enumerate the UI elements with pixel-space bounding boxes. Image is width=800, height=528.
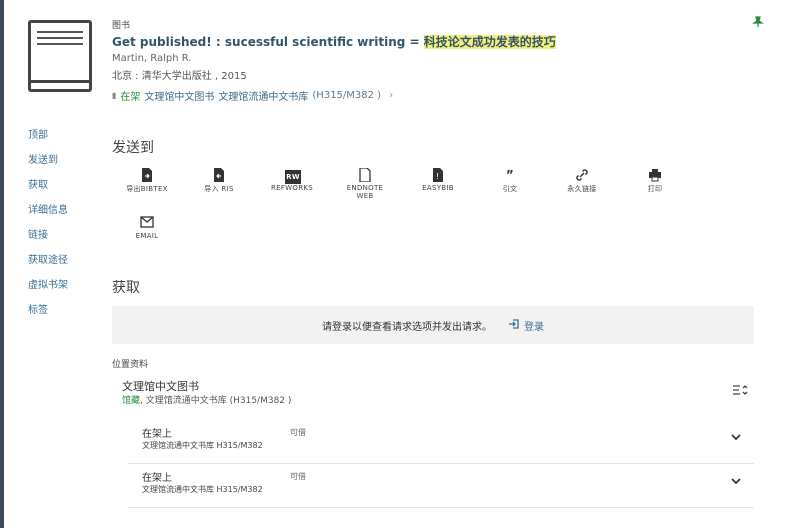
sidenav-item-links[interactable]: 链接 xyxy=(28,228,68,253)
send-endnote-label: ENDNOTE WEB xyxy=(346,184,384,200)
section-title-getit: 获取 xyxy=(112,280,140,296)
endnote-icon xyxy=(358,167,372,183)
send-easybib-button[interactable]: ! EASYBIB xyxy=(403,168,473,192)
send-print-button[interactable]: 打印 xyxy=(620,168,690,194)
sidenav-item-sendto[interactable]: 发送到 xyxy=(28,153,68,178)
chevron-right-icon: › xyxy=(389,90,394,101)
send-endnote-button[interactable]: ENDNOTE WEB xyxy=(330,167,400,200)
record-publisher: 北京 : 清华大学出版社 , 2015 xyxy=(112,71,247,82)
email-icon xyxy=(140,216,154,230)
sidenav-item-virtual-shelf[interactable]: 虚拟书架 xyxy=(28,278,68,303)
login-message: 请登录以便查看请求选项并发出请求。 xyxy=(322,321,492,333)
sidenav-item-details[interactable]: 详细信息 xyxy=(28,203,68,228)
item-policy: 可借 xyxy=(290,472,306,481)
sidebar-nav: 顶部 发送到 获取 详细信息 链接 获取途径 虚拟书架 标签 xyxy=(28,128,68,328)
location-subline: 馆藏, 文理馆流通中文书库 (H315/M382 ) xyxy=(122,393,291,406)
login-prompt-bar: 请登录以便查看请求选项并发出请求。 登录 xyxy=(112,306,754,344)
availability-location: 文理馆流通中文书库 xyxy=(218,92,309,103)
sign-in-icon xyxy=(508,318,520,333)
send-refworks-label: REFWORKS xyxy=(270,184,314,192)
section-title-sendto: 发送到 xyxy=(112,140,154,156)
send-ris-label: 导入 RIS xyxy=(204,185,234,193)
record-title-en[interactable]: Get published! : sucessful scientific wr… xyxy=(112,35,424,49)
record-title-cn[interactable]: 科技论文成功发表的技巧 xyxy=(423,35,556,49)
quote-icon: ” xyxy=(505,168,515,182)
location-detail: , 文理馆流通中文书库 (H315/M382 ) xyxy=(140,396,292,406)
link-icon xyxy=(575,168,589,182)
item-row[interactable]: 在架上 文理馆流通中文书库 H315/M382 可借 xyxy=(128,464,754,508)
location-section-label: 位置资料 xyxy=(112,360,149,370)
sidenav-item-howtoget[interactable]: 获取途径 xyxy=(28,253,68,278)
book-cover-icon xyxy=(28,20,92,92)
chevron-down-icon[interactable] xyxy=(730,474,742,488)
send-permalink-button[interactable]: 永久链接 xyxy=(547,168,617,194)
easybib-icon: ! xyxy=(431,168,445,182)
sidenav-item-tags[interactable]: 标签 xyxy=(28,303,68,328)
item-status: 在架上 xyxy=(142,429,172,440)
file-import-icon xyxy=(212,168,226,182)
location-name: 文理馆中文图书 xyxy=(122,380,199,393)
sidenav-item-getit[interactable]: 获取 xyxy=(28,178,68,203)
print-icon xyxy=(648,168,662,182)
record-type: 图书 xyxy=(112,21,131,31)
send-bibtex-button[interactable]: 导出BIBTEX xyxy=(112,168,182,194)
login-button[interactable]: 登录 xyxy=(508,318,544,333)
refworks-icon: RW xyxy=(285,168,301,184)
item-location: 文理馆流通中文书库 H315/M382 xyxy=(142,441,263,450)
send-email-label: EMAIL xyxy=(135,232,159,240)
availability-callno: (H315/M382 ) xyxy=(312,90,382,101)
sidenav-item-top[interactable]: 顶部 xyxy=(28,128,68,153)
chevron-down-icon[interactable] xyxy=(730,430,742,444)
item-policy: 可借 xyxy=(290,428,306,437)
item-status: 在架上 xyxy=(142,473,172,484)
send-permalink-label: 永久链接 xyxy=(567,185,597,193)
item-row[interactable]: 在架上 文理馆流通中文书库 H315/M382 可借 xyxy=(128,420,754,464)
record-author[interactable]: Martin, Ralph R. xyxy=(112,53,712,64)
send-ris-button[interactable]: 导入 RIS xyxy=(184,168,254,194)
availability-line[interactable]: ▮ 在架 文理馆中文图书 文理馆流通中文书库 (H315/M382 ) › xyxy=(112,88,712,103)
item-location: 文理馆流通中文书库 H315/M382 xyxy=(142,485,263,494)
record-header: 图书 Get published! : sucessful scientific… xyxy=(112,18,712,103)
send-bibtex-label: 导出BIBTEX xyxy=(126,185,168,193)
availability-status: 在架 xyxy=(120,92,141,103)
sort-filter-icon[interactable] xyxy=(732,384,748,399)
svg-text:!: ! xyxy=(436,172,440,181)
pin-icon[interactable] xyxy=(752,16,764,28)
login-label: 登录 xyxy=(524,321,544,333)
availability-library: 文理馆中文图书 xyxy=(144,92,215,103)
send-citation-label: 引文 xyxy=(502,185,518,193)
location-card[interactable]: 文理馆中文图书 馆藏, 文理馆流通中文书库 (H315/M382 ) xyxy=(112,370,754,414)
send-email-button[interactable]: EMAIL xyxy=(112,216,182,240)
book-small-icon: ▮ xyxy=(112,91,117,100)
window-left-edge xyxy=(0,0,4,528)
send-print-label: 打印 xyxy=(647,185,663,193)
send-refworks-button[interactable]: RW REFWORKS xyxy=(257,168,327,192)
send-citation-button[interactable]: ” 引文 xyxy=(475,168,545,194)
send-easybib-label: EASYBIB xyxy=(422,184,454,192)
file-export-icon xyxy=(140,168,154,182)
location-status: 馆藏 xyxy=(122,396,141,406)
record-title[interactable]: Get published! : sucessful scientific wr… xyxy=(112,33,712,50)
